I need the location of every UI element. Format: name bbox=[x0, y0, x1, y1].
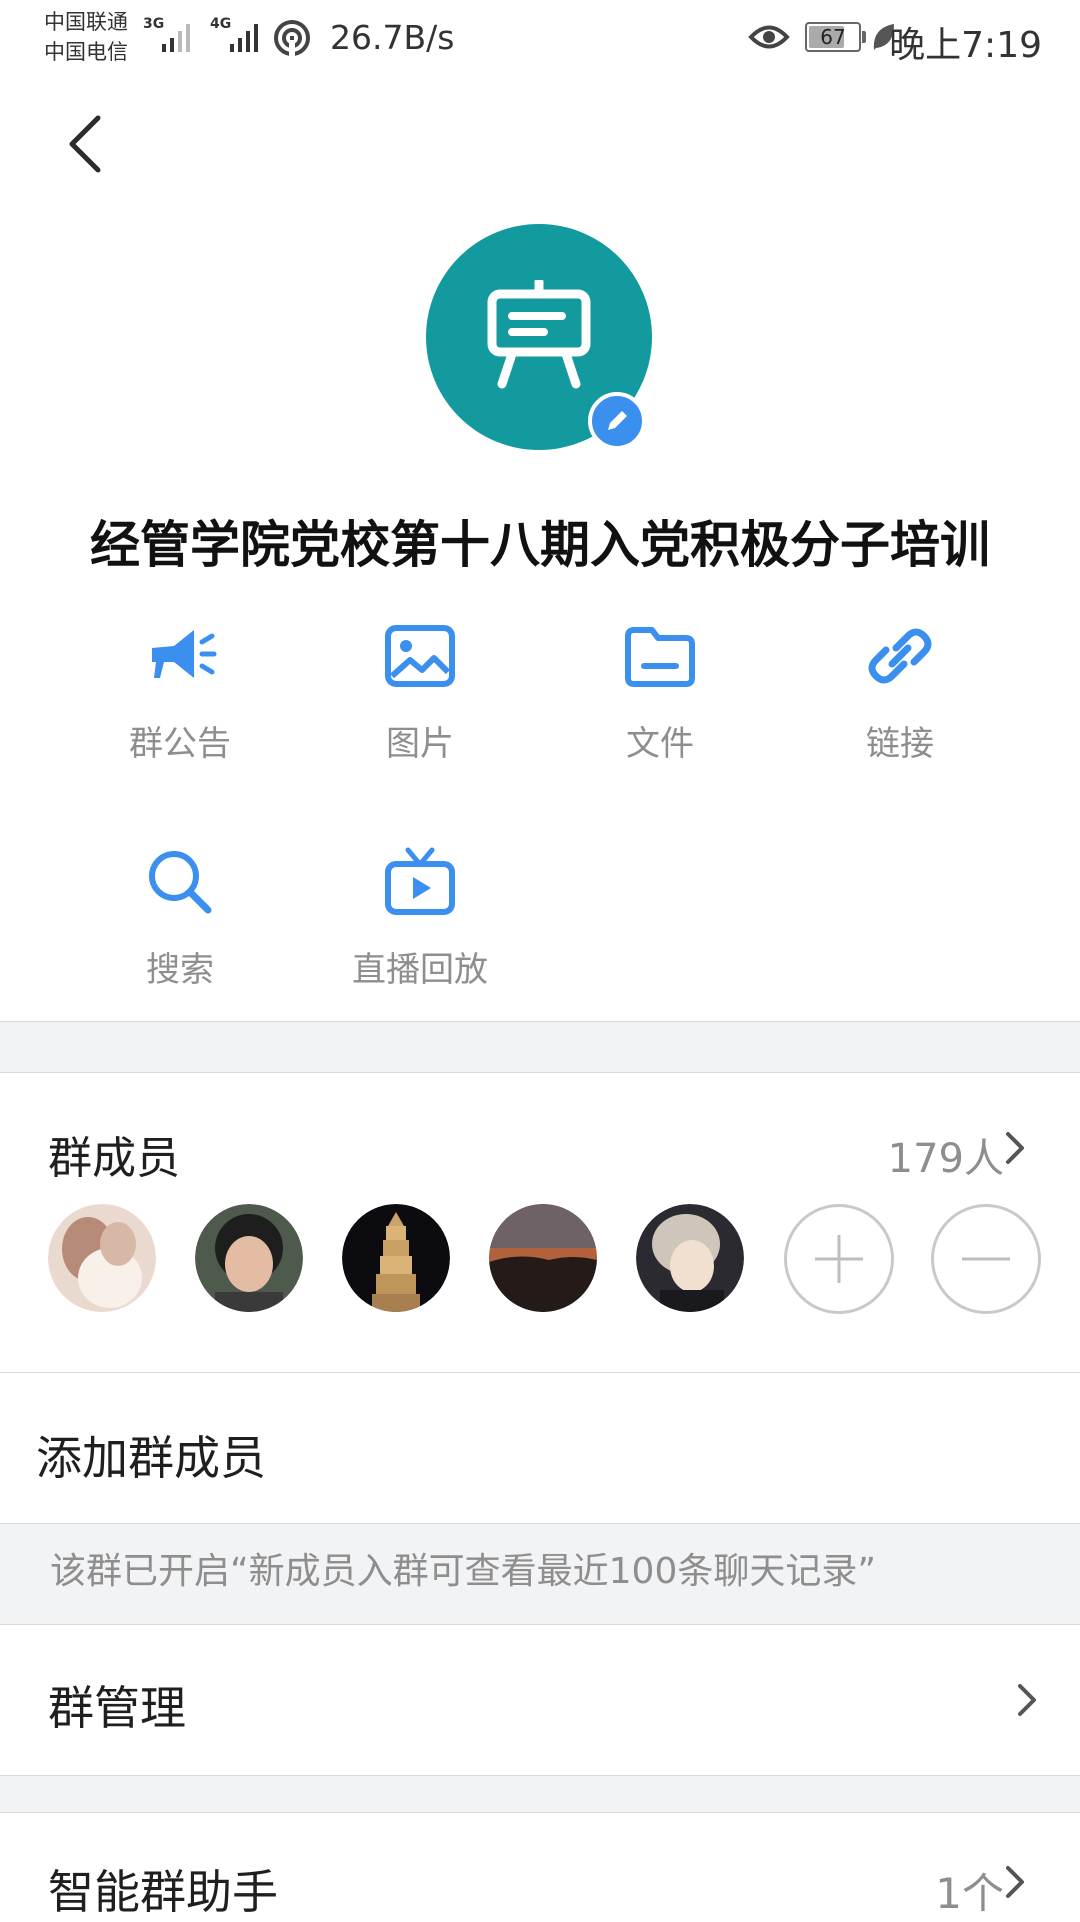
member-avatar[interactable] bbox=[489, 1204, 597, 1312]
shortcut-label: 文件 bbox=[626, 724, 694, 764]
battery-icon: 67 bbox=[805, 22, 861, 52]
add-member-label: 添加群成员 bbox=[36, 1431, 266, 1485]
shortcut-links[interactable]: 链接 bbox=[780, 618, 1020, 765]
shortcut-label: 图片 bbox=[386, 724, 454, 764]
pencil-icon bbox=[608, 411, 627, 430]
member-avatar[interactable] bbox=[48, 1204, 156, 1312]
carrier-1-label: 中国联通 bbox=[44, 10, 128, 34]
status-bar: 中国联通 中国电信 3G 4G 26.7B/s 67 晚上7:19 bbox=[0, 0, 1080, 76]
group-avatar[interactable] bbox=[426, 224, 652, 450]
back-button[interactable] bbox=[52, 104, 116, 180]
group-manage-label: 群管理 bbox=[48, 1681, 186, 1735]
signal-icon-2 bbox=[230, 24, 258, 52]
net-speed-label: 26.7B/s bbox=[330, 18, 455, 57]
smart-assistant-value: 1个 bbox=[935, 1869, 1004, 1918]
clock-label: 晚上7:19 bbox=[889, 25, 1042, 66]
member-avatar[interactable] bbox=[195, 1204, 303, 1312]
eye-icon bbox=[748, 25, 790, 49]
carrier-2-label: 中国电信 bbox=[44, 40, 128, 64]
divider bbox=[0, 1072, 1080, 1073]
member-avatar[interactable] bbox=[342, 1204, 450, 1312]
folder-icon bbox=[625, 627, 695, 687]
chevron-right-icon bbox=[1018, 1684, 1036, 1716]
minus-icon bbox=[962, 1257, 1010, 1261]
signal-icon-1 bbox=[162, 24, 190, 52]
easel-icon bbox=[487, 280, 591, 389]
shortcut-label: 链接 bbox=[866, 724, 934, 764]
shortcut-files[interactable]: 文件 bbox=[540, 618, 780, 765]
members-count: 179人 bbox=[887, 1136, 1004, 1182]
notice-text: 该群已开启“新成员入群可查看最近100条聊天记录” bbox=[50, 1551, 877, 1592]
image-icon bbox=[385, 625, 455, 687]
hotspot-icon bbox=[274, 20, 310, 58]
shortcut-label: 搜索 bbox=[146, 950, 214, 990]
link-icon bbox=[868, 628, 932, 684]
shortcut-search[interactable]: 搜索 bbox=[60, 844, 300, 991]
section-gap bbox=[0, 1022, 1080, 1072]
remove-member-button[interactable] bbox=[931, 1204, 1041, 1314]
battery-level: 67 bbox=[820, 25, 846, 49]
search-icon bbox=[149, 851, 212, 914]
chevron-right-icon bbox=[1006, 1866, 1024, 1898]
shortcut-images[interactable]: 图片 bbox=[300, 618, 540, 765]
section-gap bbox=[0, 1776, 1080, 1812]
chevron-right-icon bbox=[1006, 1132, 1024, 1164]
group-name-title[interactable]: 经管学院党校第十八期入党积极分子培训 bbox=[0, 505, 1080, 577]
shortcut-label: 直播回放 bbox=[352, 950, 488, 990]
shortcut-announcement[interactable]: 群公告 bbox=[60, 618, 300, 765]
megaphone-icon bbox=[152, 630, 217, 678]
shortcut-live-replay[interactable]: 直播回放 bbox=[300, 844, 540, 991]
add-member-button[interactable] bbox=[784, 1204, 894, 1314]
smart-assistant-label: 智能群助手 bbox=[48, 1865, 278, 1919]
chevron-left-icon bbox=[69, 115, 101, 173]
edit-avatar-button[interactable] bbox=[588, 392, 646, 450]
tv-play-icon bbox=[385, 847, 455, 915]
members-title: 群成员 bbox=[48, 1133, 180, 1184]
member-avatar[interactable] bbox=[636, 1204, 744, 1312]
plus-icon bbox=[815, 1235, 863, 1283]
shortcut-label: 群公告 bbox=[129, 724, 231, 764]
